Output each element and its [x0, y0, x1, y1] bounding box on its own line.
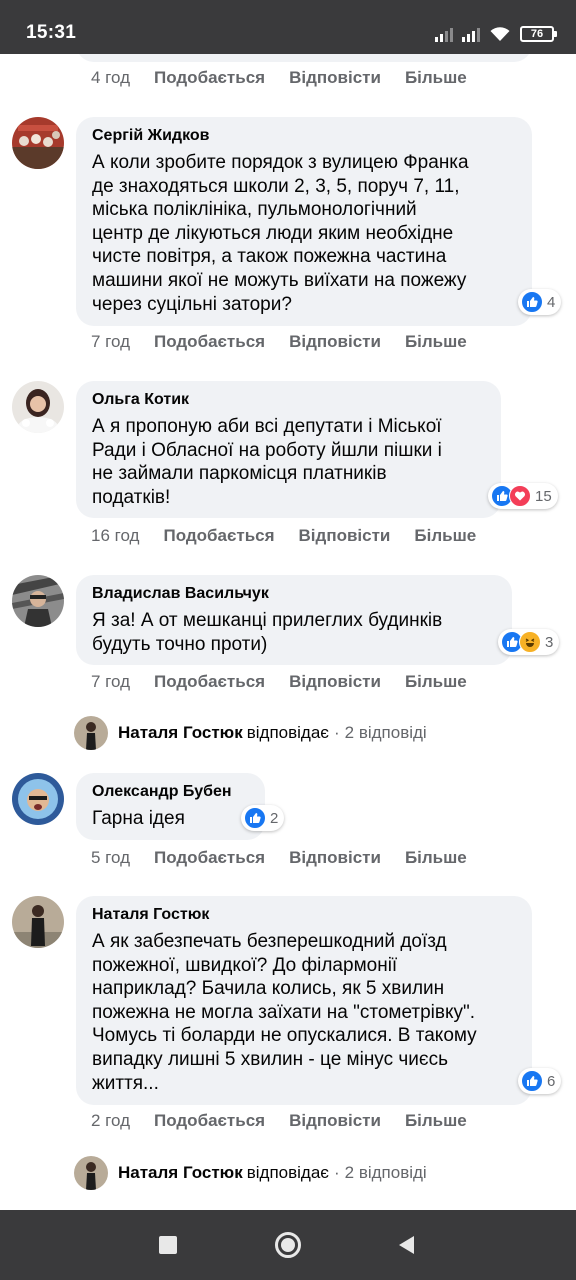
like-reaction-icon [521, 291, 543, 313]
comment-actions: 2 год Подобається Відповісти Більше [91, 1110, 491, 1132]
reply-author: Наталя Гостюк [118, 1163, 243, 1182]
reply-count: 2 відповіді [344, 1163, 427, 1182]
comment-bubble: Олександр Бубен Гарна ідея [76, 773, 265, 840]
reply-button[interactable]: Відповісти [289, 672, 381, 692]
status-bar: 15:31 76 [0, 0, 576, 54]
reply-button[interactable]: Відповісти [299, 526, 391, 546]
view-replies-link[interactable]: Наталя Гостюк відповідає · 2 відповіді [74, 716, 427, 750]
view-replies-link[interactable]: Наталя Гостюк відповідає · 2 відповіді [74, 1156, 427, 1190]
reaction-count: 3 [545, 633, 554, 651]
comment-text: А коли зробите порядок з вулицею Франка … [92, 152, 469, 315]
more-button[interactable]: Більше [405, 848, 467, 868]
recent-apps-button[interactable] [128, 1210, 208, 1280]
like-button[interactable]: Подобається [154, 672, 265, 692]
like-button[interactable]: Подобається [154, 1111, 265, 1131]
status-time: 15:31 [26, 22, 77, 43]
comment-actions: 16 год Подобається Відповісти Більше [91, 525, 500, 547]
reaction-count: 15 [535, 487, 552, 505]
like-button[interactable]: Подобається [154, 848, 265, 868]
comment-author[interactable]: Сергій Жидков [92, 126, 516, 146]
reply-avatar [74, 716, 108, 750]
more-button[interactable]: Більше [405, 1111, 467, 1131]
comments-feed[interactable]: 4 год Подобається Відповісти Більше Серг… [0, 54, 576, 1210]
comment-time: 16 год [91, 526, 140, 545]
reply-count: 2 відповіді [344, 723, 427, 742]
reaction-count: 4 [547, 293, 556, 311]
comment-time: 5 год [91, 848, 131, 867]
comment-time: 7 год [91, 672, 131, 691]
comment-actions: 7 год Подобається Відповісти Більше [91, 671, 491, 693]
haha-reaction-icon [519, 631, 541, 653]
battery-icon: 76 [520, 26, 557, 42]
comment-author[interactable]: Наталя Гостюк [92, 905, 516, 925]
avatar[interactable] [12, 575, 64, 627]
reaction-count: 6 [547, 1072, 556, 1090]
separator-dot: · [333, 1163, 340, 1182]
comment-text: Я за! А от мешканці прилеглих будинків б… [92, 610, 443, 655]
reply-button[interactable]: Відповісти [289, 848, 381, 868]
reply-author: Наталя Гостюк [118, 723, 243, 742]
comment-bubble: Владислав Васильчук Я за! А от мешканці … [76, 575, 512, 665]
home-circle-icon [275, 1232, 301, 1258]
comment-time: 2 год [91, 1111, 131, 1130]
like-reaction-icon [244, 807, 266, 829]
reply-verb: відповідає [246, 1163, 329, 1182]
avatar[interactable] [12, 773, 64, 825]
like-button[interactable]: Подобається [163, 526, 274, 546]
comment-author[interactable]: Владислав Васильчук [92, 584, 496, 604]
previous-comment-bubble [76, 54, 532, 62]
like-button[interactable]: Подобається [154, 332, 265, 352]
wifi-icon [490, 27, 510, 41]
reactions-summary[interactable]: 3 [498, 629, 560, 655]
more-button[interactable]: Більше [405, 672, 467, 692]
square-icon [159, 1236, 177, 1254]
comment-time: 4 год [91, 68, 131, 87]
status-icons: 76 [435, 24, 557, 44]
separator-dot: · [333, 723, 340, 742]
avatar[interactable] [12, 896, 64, 948]
comment-bubble: Сергій Жидков А коли зробите порядок з в… [76, 117, 532, 326]
back-button[interactable] [366, 1210, 446, 1280]
avatar[interactable] [12, 117, 64, 169]
comment-text: А я пропоную аби всі депутати і Міської … [92, 416, 442, 508]
reaction-count: 2 [270, 809, 279, 827]
reply-avatar [74, 1156, 108, 1190]
system-navigation-bar [0, 1210, 576, 1280]
signal-icon [435, 26, 453, 42]
comment-actions: 4 год Подобається Відповісти Більше [91, 67, 491, 89]
comment-bubble: Наталя Гостюк А як забезпечать безперешк… [76, 896, 532, 1105]
avatar[interactable] [12, 381, 64, 433]
reply-verb: відповідає [246, 723, 329, 742]
reply-button[interactable]: Відповісти [289, 1111, 381, 1131]
signal-icon-2 [462, 26, 480, 42]
comment-actions: 5 год Подобається Відповісти Більше [91, 847, 491, 869]
comment-author[interactable]: Олександр Бубен [92, 782, 249, 802]
like-reaction-icon [521, 1070, 543, 1092]
reactions-summary[interactable]: 15 [488, 483, 558, 509]
comment-bubble: Ольга Котик А я пропоную аби всі депутат… [76, 381, 501, 518]
reply-button[interactable]: Відповісти [289, 68, 381, 88]
more-button[interactable]: Більше [405, 68, 467, 88]
more-button[interactable]: Більше [405, 332, 467, 352]
home-button[interactable] [248, 1210, 328, 1280]
reactions-summary[interactable]: 6 [518, 1068, 562, 1094]
comment-time: 7 год [91, 332, 131, 351]
more-button[interactable]: Більше [414, 526, 476, 546]
reply-button[interactable]: Відповісти [289, 332, 381, 352]
love-reaction-icon [509, 485, 531, 507]
comment-author[interactable]: Ольга Котик [92, 390, 485, 410]
comment-text: А як забезпечать безперешкодний доїзд по… [92, 931, 477, 1094]
like-button[interactable]: Подобається [154, 68, 265, 88]
back-triangle-icon [399, 1236, 414, 1254]
reactions-summary[interactable]: 2 [241, 805, 285, 831]
reactions-summary[interactable]: 4 [518, 289, 562, 315]
comment-text: Гарна ідея [92, 808, 185, 829]
comment-actions: 7 год Подобається Відповісти Більше [91, 331, 491, 353]
